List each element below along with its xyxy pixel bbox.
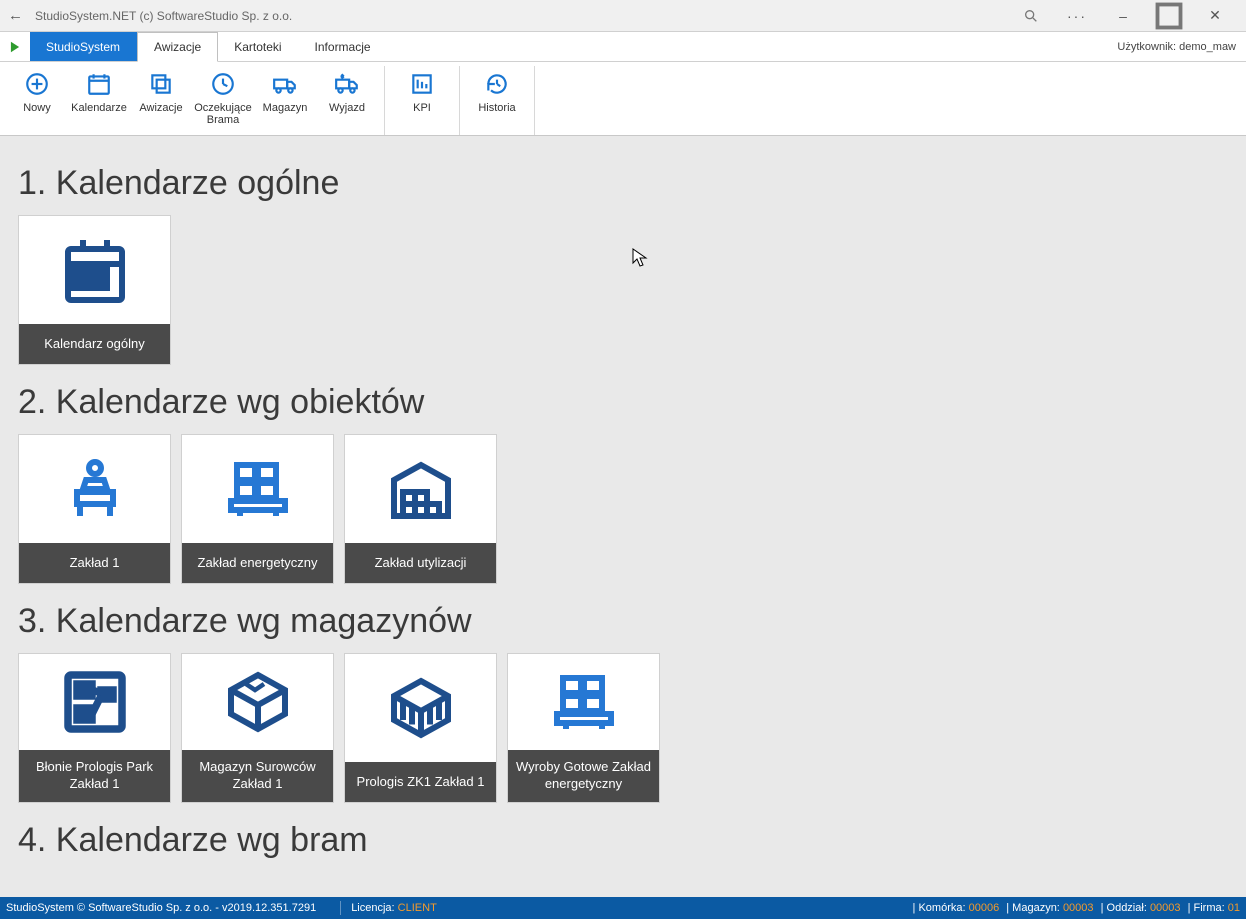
- ribbon-group-3: Historia: [460, 66, 535, 135]
- ribbon-kalendarze[interactable]: Kalendarze: [68, 66, 130, 135]
- more-icon[interactable]: ···: [1054, 0, 1100, 32]
- tile-row: Zakład 1 Zakład energetyczny Zakład utyliz…: [18, 434, 1238, 584]
- tile[interactable]: Magazyn Surowców Zakład 1: [181, 653, 334, 803]
- user-info: Użytkownik: demo_maw: [1107, 32, 1246, 61]
- tab-awizacje[interactable]: Awizacje: [137, 32, 218, 62]
- ribbon: Nowy Kalendarze Awizacje Oczekujące Bram…: [0, 62, 1246, 136]
- tile[interactable]: Prologis ZK1 Zakład 1: [344, 653, 497, 803]
- section-heading: 1. Kalendarze ogólne: [18, 164, 1238, 203]
- tile[interactable]: Błonie Prologis Park Zakład 1: [18, 653, 171, 803]
- tab-kartoteki[interactable]: Kartoteki: [218, 32, 298, 61]
- status-licencja: Licencja: CLIENT: [351, 902, 437, 914]
- tile[interactable]: Wyroby Gotowe Zakład energetyczny: [507, 653, 660, 803]
- section-heading: 4. Kalendarze wg bram: [18, 821, 1238, 860]
- ribbon-wyjazd[interactable]: Wyjazd: [316, 66, 378, 135]
- ribbon-magazyn[interactable]: Magazyn: [254, 66, 316, 135]
- box-icon: [182, 654, 333, 750]
- calendar-icon: [19, 216, 170, 324]
- status-komorka: | Komórka: 00006: [913, 902, 1000, 914]
- tab-row: StudioSystem Awizacje Kartoteki Informac…: [0, 32, 1246, 62]
- tile-label: Błonie Prologis Park Zakład 1: [19, 750, 170, 802]
- cube-icon: [345, 654, 496, 762]
- close-icon[interactable]: ✕: [1192, 0, 1238, 32]
- flow-icon: [19, 654, 170, 750]
- play-icon[interactable]: [0, 32, 30, 61]
- minimize-icon[interactable]: –: [1100, 0, 1146, 32]
- tile-label: Prologis ZK1 Zakład 1: [345, 762, 496, 802]
- tile[interactable]: Zakład utylizacji: [344, 434, 497, 584]
- status-oddzial: | Oddział: 00003: [1098, 902, 1181, 914]
- section-heading: 2. Kalendarze wg obiektów: [18, 383, 1238, 422]
- main-content: 1. Kalendarze ogólne Kalendarz ogólny 2. K…: [0, 136, 1246, 897]
- kpi-icon: [409, 68, 435, 100]
- ribbon-awizacje[interactable]: Awizacje: [130, 66, 192, 135]
- search-icon[interactable]: [1008, 0, 1054, 32]
- statusbar: StudioSystem © SoftwareStudio Sp. z o.o.…: [0, 897, 1246, 919]
- ribbon-historia[interactable]: Historia: [466, 66, 528, 135]
- section-heading: 3. Kalendarze wg magazynów: [18, 602, 1238, 641]
- tile-label: Wyroby Gotowe Zakład energetyczny: [508, 750, 659, 802]
- pallet-icon: [508, 654, 659, 750]
- window-title: StudioSystem.NET (c) SoftwareStudio Sp. …: [35, 9, 1008, 23]
- titlebar: ← StudioSystem.NET (c) SoftwareStudio Sp…: [0, 0, 1246, 32]
- tile-label: Magazyn Surowców Zakład 1: [182, 750, 333, 802]
- maximize-icon[interactable]: [1146, 0, 1192, 32]
- ribbon-oczekujace[interactable]: Oczekujące Brama: [192, 66, 254, 135]
- tab-studiosystem[interactable]: StudioSystem: [30, 32, 137, 61]
- tile-row: Kalendarz ogólny: [18, 215, 1238, 365]
- tile-label: Zakład energetyczny: [182, 543, 333, 583]
- ribbon-group-1: Nowy Kalendarze Awizacje Oczekujące Bram…: [0, 66, 385, 135]
- tile[interactable]: Zakład energetyczny: [181, 434, 334, 584]
- ribbon-kpi[interactable]: KPI: [391, 66, 453, 135]
- plus-circle-icon: [24, 68, 50, 100]
- copy-icon: [148, 68, 174, 100]
- desk-icon: [19, 435, 170, 543]
- tile-row: Błonie Prologis Park Zakład 1Magazyn Sur…: [18, 653, 1238, 803]
- window-controls: ··· – ✕: [1008, 0, 1238, 32]
- tile[interactable]: Zakład 1: [18, 434, 171, 584]
- clock-icon: [210, 68, 236, 100]
- tile[interactable]: Kalendarz ogólny: [18, 215, 171, 365]
- tile-label: Zakład utylizacji: [345, 543, 496, 583]
- pallet-icon: [182, 435, 333, 543]
- tile-label: Zakład 1: [19, 543, 170, 583]
- tile-label: Kalendarz ogólny: [19, 324, 170, 364]
- status-app: StudioSystem © SoftwareStudio Sp. z o.o.…: [6, 902, 316, 914]
- status-magazyn: | Magazyn: 00003: [1003, 902, 1093, 914]
- warehouse-icon: [345, 435, 496, 543]
- truck-in-icon: [272, 68, 298, 100]
- ribbon-nowy[interactable]: Nowy: [6, 66, 68, 135]
- history-icon: [484, 68, 510, 100]
- user-value: demo_maw: [1179, 41, 1236, 53]
- truck-out-icon: [334, 68, 360, 100]
- back-icon[interactable]: ←: [8, 7, 23, 24]
- calendar-icon: [86, 68, 112, 100]
- tab-informacje[interactable]: Informacje: [299, 32, 388, 61]
- ribbon-group-2: KPI: [385, 66, 460, 135]
- status-firma: | Firma: 01: [1185, 902, 1240, 914]
- user-label: Użytkownik:: [1117, 41, 1176, 53]
